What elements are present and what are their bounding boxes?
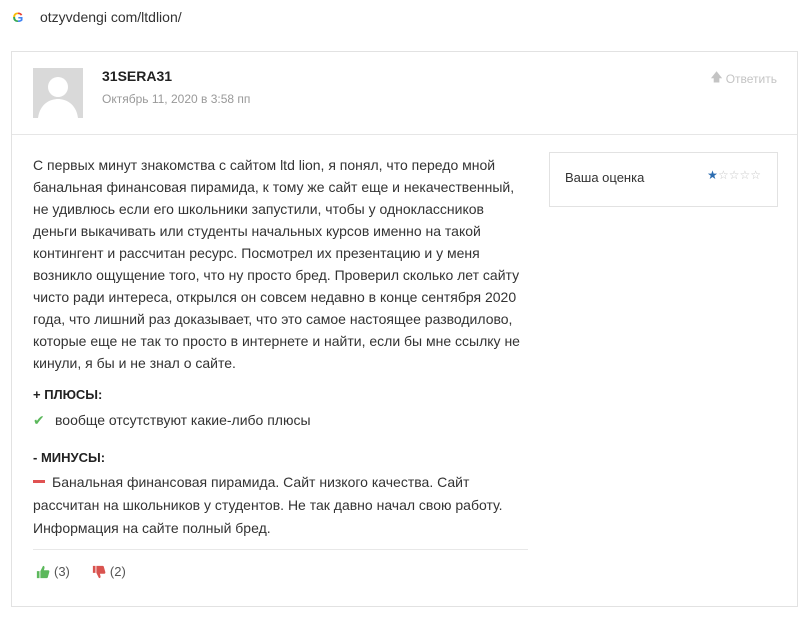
cons-item-text: Банальная финансовая пирамида. Сайт низк… xyxy=(33,474,503,536)
thumbs-up-icon xyxy=(36,565,50,578)
author-name[interactable]: 31SERA31 xyxy=(102,68,172,84)
review-body: С первых минут знакомства с сайтом ltd l… xyxy=(33,157,520,371)
vote-up-button[interactable]: (3) xyxy=(36,564,70,579)
minus-icon xyxy=(33,480,45,484)
pros-item-text: вообще отсутствуют какие-либо плюсы xyxy=(55,412,311,428)
user-avatar-icon xyxy=(33,68,83,118)
vote-down-button[interactable]: (2) xyxy=(92,564,126,579)
review-header: 31SERA31 Октябрь 11, 2020 в 3:58 пп 🡅 От… xyxy=(12,52,797,135)
vote-up-count: (3) xyxy=(54,564,70,579)
rating-label: Ваша оценка xyxy=(565,170,645,185)
star-empty-icon: ☆ xyxy=(717,168,729,182)
cons-item: Банальная финансовая пирамида. Сайт низк… xyxy=(33,471,528,540)
check-icon: ✔ xyxy=(33,412,45,428)
vote-bar: (3) (2) xyxy=(36,564,126,579)
reply-button[interactable]: 🡅 Ответить xyxy=(710,68,777,89)
google-g-icon: G xyxy=(10,9,26,25)
reply-label: Ответить xyxy=(725,71,777,86)
cons-title: - МИНУСЫ: xyxy=(33,450,106,465)
pros-title: + ПЛЮСЫ: xyxy=(33,387,103,402)
star-empty-icon: ☆ xyxy=(739,168,751,182)
review-card: 31SERA31 Октябрь 11, 2020 в 3:58 пп 🡅 От… xyxy=(11,51,798,607)
star-empty-icon: ☆ xyxy=(750,168,761,182)
rating-box: Ваша оценка ★☆☆☆☆ xyxy=(549,152,778,207)
review-date: Октябрь 11, 2020 в 3:58 пп xyxy=(102,92,251,106)
pros-item: ✔ вообще отсутствуют какие-либо плюсы xyxy=(33,409,528,431)
star-rating: ★☆☆☆☆ xyxy=(707,168,761,182)
star-empty-icon: ☆ xyxy=(728,168,740,182)
thumbs-down-icon xyxy=(92,565,106,578)
address-bar[interactable]: G otzyvdengi com/ltdlion/ xyxy=(10,6,182,28)
divider xyxy=(33,549,528,550)
arrow-up-icon: 🡅 xyxy=(710,70,723,84)
star-filled-icon: ★ xyxy=(707,168,718,182)
avatar xyxy=(33,68,83,118)
vote-down-count: (2) xyxy=(109,564,126,579)
url-text[interactable]: otzyvdengi com/ltdlion/ xyxy=(40,9,182,25)
